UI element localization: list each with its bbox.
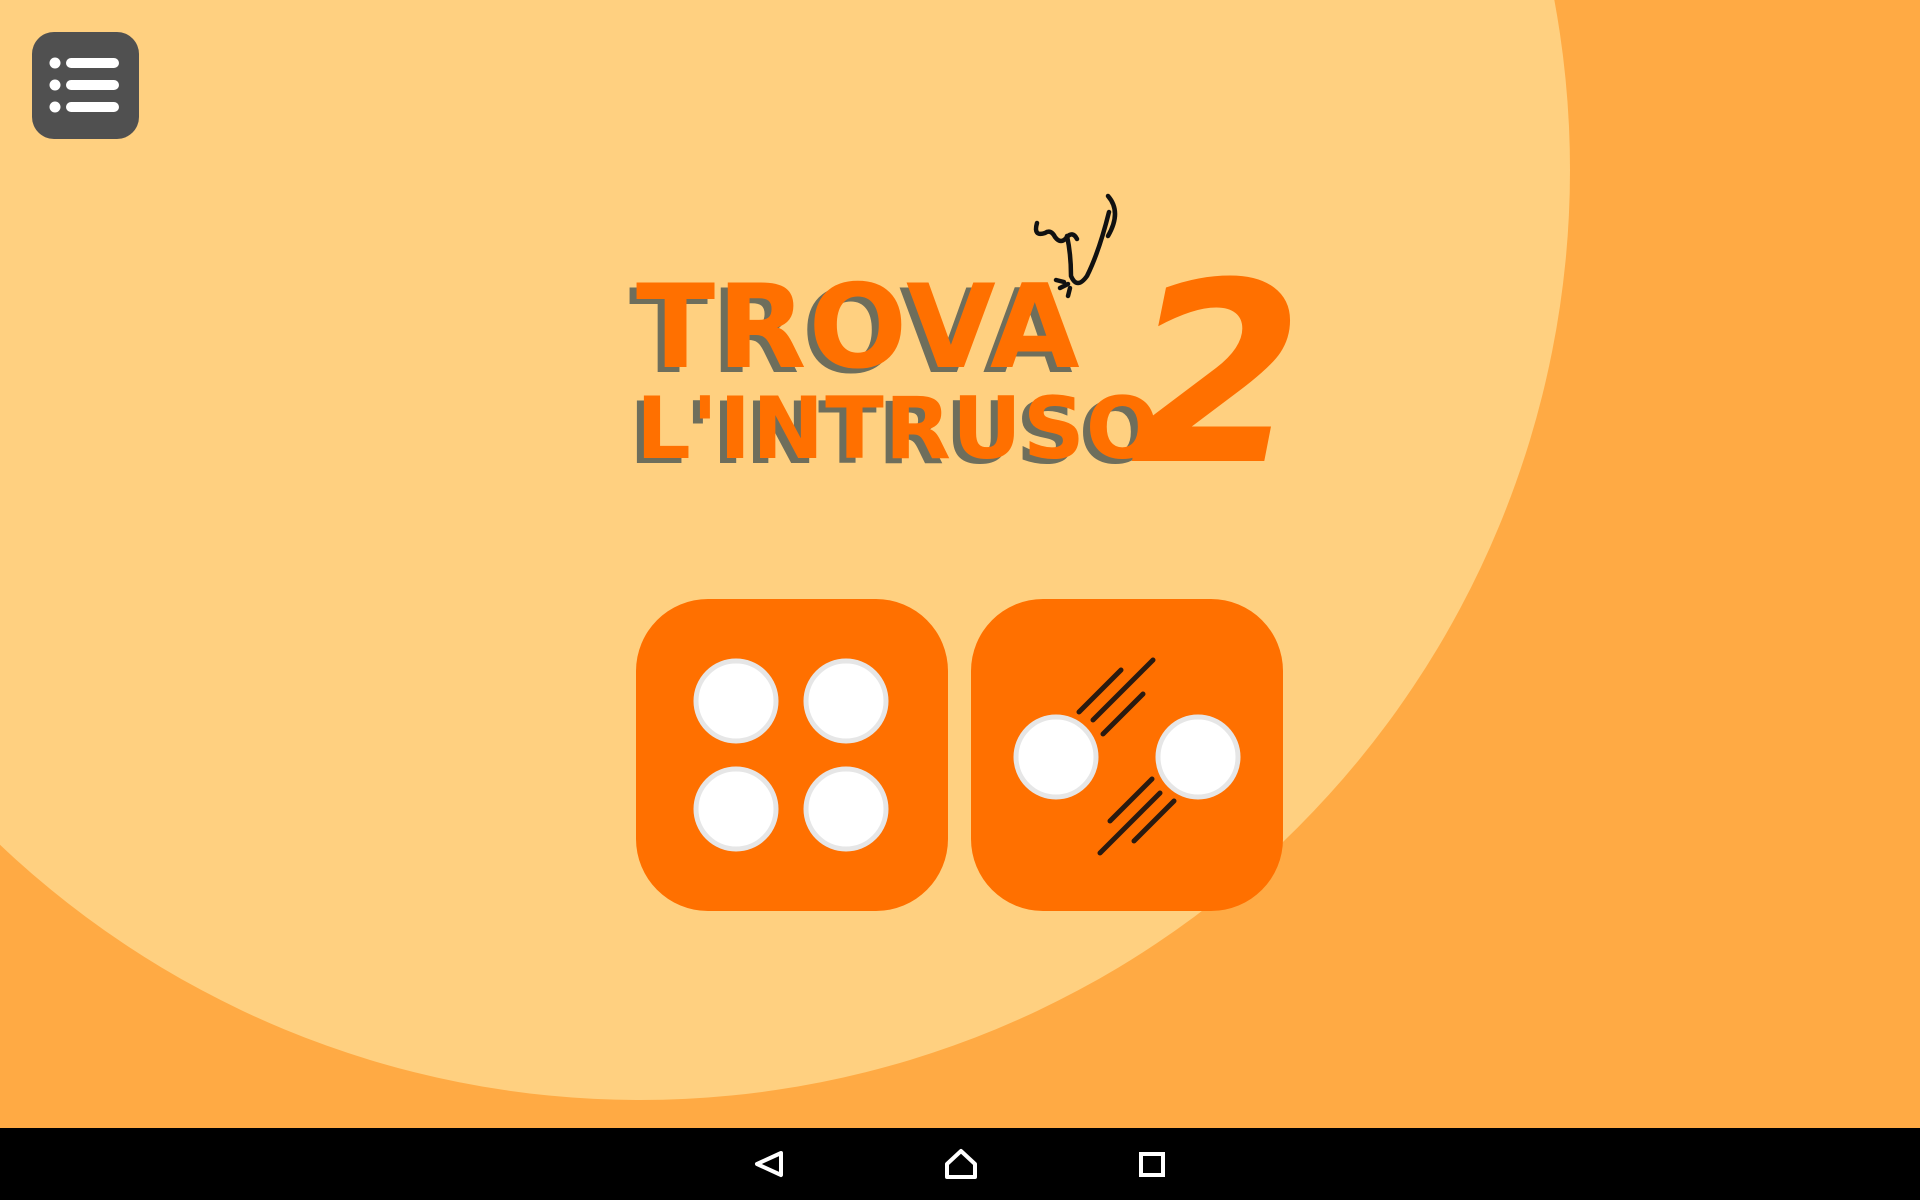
two-dots-moving-icon [1013,657,1241,856]
menu-button[interactable] [32,32,139,139]
recents-square-icon [1139,1152,1165,1177]
home-icon [945,1149,977,1179]
mode-four-dots-button[interactable] [636,599,948,911]
list-menu-icon [49,57,119,113]
background-circle [0,0,1570,1100]
mode-two-dots-button[interactable] [971,599,1283,911]
back-triangle-icon [755,1151,783,1177]
nav-recents-button[interactable] [1124,1136,1180,1192]
four-dots-icon [693,658,889,852]
system-navigation-bar [0,1128,1920,1200]
nav-back-button[interactable] [741,1136,797,1192]
game-screen: TROVA L'INTRUSO 2 [0,0,1920,1200]
game-title-logo: TROVA L'INTRUSO 2 [620,188,1304,500]
nav-home-button[interactable] [933,1136,989,1192]
pointing-finger-doodle-icon [1033,193,1118,299]
